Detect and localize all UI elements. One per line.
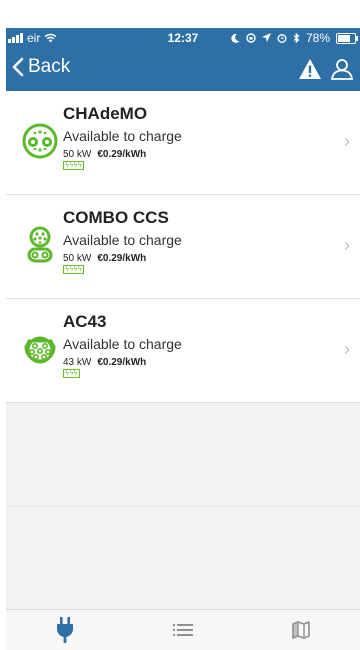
speed-badge: ϟϟϟ (63, 369, 80, 378)
chevron-left-icon (12, 57, 24, 77)
connector-price: €0.29/kWh (97, 149, 147, 160)
connector-name: COMBO CCS (63, 208, 169, 227)
header: eir 12:37 78% Back (6, 28, 360, 91)
back-label: Back (28, 56, 71, 77)
chademo-plug-icon (22, 123, 58, 159)
ccs-plug-icon (27, 226, 53, 263)
chevron-right-icon: › (344, 339, 350, 359)
speed-badge: ϟϟϟϟ (63, 161, 84, 170)
connector-list: CHAdeMO Available to charge 50 kW €0.29/… (6, 91, 360, 403)
list-icon (173, 624, 193, 636)
location-icon (261, 33, 271, 42)
battery-icon (336, 32, 358, 44)
connector-meta: 50 kW €0.29/kWh (63, 253, 146, 264)
bluetooth-icon (293, 33, 300, 43)
tab-map[interactable] (281, 615, 321, 645)
orientation-lock-icon (246, 33, 256, 43)
plug-icon (57, 617, 73, 643)
type2-plug-icon (24, 336, 56, 364)
battery-fill (338, 34, 351, 42)
connector-status: Available to charge (63, 232, 182, 248)
user-icon[interactable] (330, 58, 354, 80)
connector-status: Available to charge (63, 336, 182, 352)
connector-power: 43 kW (63, 357, 92, 368)
app-frame: eir 12:37 78% Back CHAdeMO Available to … (6, 28, 360, 650)
nav-bar: Back (6, 54, 360, 90)
chevron-right-icon: › (344, 235, 350, 255)
list-item[interactable]: CHAdeMO Available to charge 50 kW €0.29/… (6, 91, 360, 195)
moon-icon (231, 33, 240, 43)
chevron-right-icon: › (344, 131, 350, 151)
map-icon (292, 621, 310, 639)
back-button[interactable]: Back (12, 56, 70, 78)
list-separator (6, 506, 360, 507)
tab-connectors[interactable] (45, 615, 85, 645)
list-item[interactable]: COMBO CCS Available to charge 50 kW €0.2… (6, 195, 360, 299)
tab-list[interactable] (163, 615, 203, 645)
list-item[interactable]: AC43 Available to charge 43 kW €0.29/kWh… (6, 299, 360, 403)
connector-name: AC43 (63, 312, 107, 331)
status-right: 78% (231, 31, 358, 45)
connector-meta: 50 kW €0.29/kWh (63, 149, 146, 160)
warning-icon[interactable] (298, 58, 322, 80)
battery-percent: 78% (305, 31, 330, 45)
connector-power: 50 kW (63, 253, 92, 264)
connector-name: CHAdeMO (63, 104, 148, 123)
speed-badge: ϟϟϟϟ (63, 265, 84, 274)
alarm-icon (277, 34, 287, 43)
status-bar: eir 12:37 78% (6, 28, 360, 48)
connector-meta: 43 kW €0.29/kWh (63, 357, 146, 368)
connector-power: 50 kW (63, 149, 92, 160)
empty-list-area (6, 403, 360, 633)
connector-price: €0.29/kWh (97, 357, 147, 368)
tab-bar (6, 609, 360, 650)
connector-status: Available to charge (63, 128, 182, 144)
connector-price: €0.29/kWh (97, 253, 147, 264)
